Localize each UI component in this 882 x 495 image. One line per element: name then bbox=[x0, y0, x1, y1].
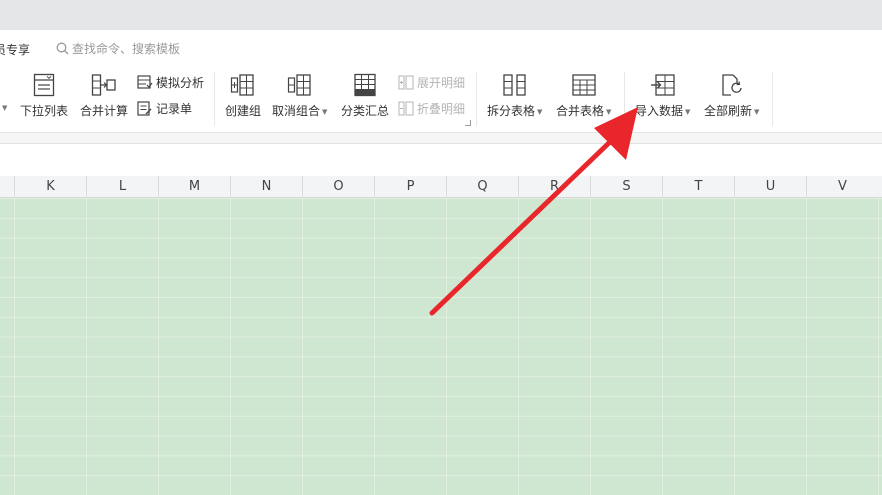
chevron-down-icon: ▼ bbox=[322, 107, 328, 116]
column-header-s[interactable]: S bbox=[590, 176, 662, 197]
collapse-detail-icon bbox=[398, 101, 414, 116]
ungroup-icon bbox=[287, 70, 313, 100]
group-launcher-icon[interactable] bbox=[465, 120, 471, 126]
merge-table-button[interactable]: 合并表格 ▼ bbox=[556, 70, 611, 119]
ribbon-separator bbox=[214, 72, 215, 126]
chevron-down-icon: ▼ bbox=[606, 107, 612, 116]
merge-table-icon bbox=[571, 70, 597, 100]
collapse-detail-button[interactable]: 折叠明细 bbox=[398, 100, 465, 117]
expand-detail-button[interactable]: 展开明细 bbox=[398, 74, 465, 91]
subtotal-icon bbox=[352, 70, 378, 100]
split-table-icon bbox=[502, 70, 528, 100]
create-group-button[interactable]: 创建组 bbox=[225, 70, 261, 119]
dropdown-list-icon bbox=[33, 70, 55, 100]
menu-bar: 员专享 查找命令、搜索模板 bbox=[0, 30, 882, 66]
record-form-button[interactable]: 记录单 bbox=[137, 100, 192, 117]
dropdown-list-button[interactable]: 下拉列表 bbox=[20, 70, 68, 119]
ungroup-button[interactable]: 取消组合 ▼ bbox=[272, 70, 327, 119]
ribbon-separator bbox=[624, 72, 625, 126]
subtotal-label: 分类汇总 bbox=[341, 104, 390, 118]
command-search[interactable]: 查找命令、搜索模板 bbox=[56, 40, 180, 57]
subtotal-button[interactable]: 分类汇总 bbox=[341, 70, 389, 119]
column-header-q[interactable]: Q bbox=[446, 176, 518, 197]
formula-bar[interactable] bbox=[0, 143, 882, 169]
ribbon-gap bbox=[0, 133, 882, 143]
member-exclusive-tab[interactable]: 员专享 bbox=[0, 41, 30, 58]
simulation-analysis-label: 模拟分析 bbox=[156, 76, 205, 90]
data-ribbon: ▼ 下拉列表 合并计算 模拟分析 记录单 创建组 取消组合 ▼ 分类汇总 展开明… bbox=[0, 66, 882, 133]
ribbon-separator bbox=[476, 72, 477, 126]
record-form-icon bbox=[137, 101, 152, 116]
title-bar bbox=[0, 0, 882, 30]
expand-detail-icon bbox=[398, 75, 414, 90]
split-table-label: 拆分表格 ▼ bbox=[487, 104, 543, 118]
search-placeholder: 查找命令、搜索模板 bbox=[72, 42, 181, 56]
ribbon-separator bbox=[772, 72, 773, 126]
merge-table-label: 合并表格 ▼ bbox=[556, 104, 612, 118]
import-data-icon bbox=[650, 70, 676, 100]
column-header-u[interactable]: U bbox=[734, 176, 806, 197]
refresh-all-icon bbox=[719, 70, 745, 100]
chevron-down-icon: ▼ bbox=[537, 107, 543, 116]
column-header-r[interactable]: R bbox=[518, 176, 590, 197]
column-header-l[interactable]: L bbox=[86, 176, 158, 197]
consolidate-button[interactable]: 合并计算 bbox=[80, 70, 128, 119]
column-header-m[interactable]: M bbox=[158, 176, 230, 197]
refresh-all-label: 全部刷新 ▼ bbox=[704, 104, 760, 118]
expand-detail-label: 展开明细 bbox=[417, 76, 466, 90]
import-data-label: 导入数据 ▼ bbox=[635, 104, 691, 118]
chevron-down-icon: ▼ bbox=[685, 107, 691, 116]
column-header-t[interactable]: T bbox=[662, 176, 734, 197]
chevron-down-icon: ▼ bbox=[754, 107, 760, 116]
simulation-analysis-icon bbox=[137, 75, 153, 89]
import-data-button[interactable]: 导入数据 ▼ bbox=[635, 70, 690, 119]
consolidate-label: 合并计算 bbox=[80, 104, 129, 118]
create-group-icon bbox=[230, 70, 256, 100]
sheet-gap bbox=[0, 168, 882, 176]
column-header-o[interactable]: O bbox=[302, 176, 374, 197]
chevron-down-icon[interactable]: ▼ bbox=[2, 104, 7, 112]
record-form-label: 记录单 bbox=[156, 102, 193, 116]
refresh-all-button[interactable]: 全部刷新 ▼ bbox=[704, 70, 759, 119]
column-header-row: K L M N O P Q R S T U V bbox=[0, 176, 882, 198]
consolidate-icon bbox=[91, 70, 117, 100]
create-group-label: 创建组 bbox=[225, 104, 262, 118]
cell-grid[interactable] bbox=[0, 198, 882, 495]
ungroup-label: 取消组合 ▼ bbox=[272, 104, 328, 118]
split-table-button[interactable]: 拆分表格 ▼ bbox=[487, 70, 542, 119]
simulation-analysis-button[interactable]: 模拟分析 bbox=[137, 74, 204, 91]
collapse-detail-label: 折叠明细 bbox=[417, 102, 466, 116]
column-header-p[interactable]: P bbox=[374, 176, 446, 197]
search-icon bbox=[56, 42, 69, 55]
column-header-k[interactable]: K bbox=[14, 176, 86, 197]
column-header-n[interactable]: N bbox=[230, 176, 302, 197]
dropdown-list-label: 下拉列表 bbox=[20, 104, 69, 118]
column-header-v[interactable]: V bbox=[806, 176, 878, 197]
